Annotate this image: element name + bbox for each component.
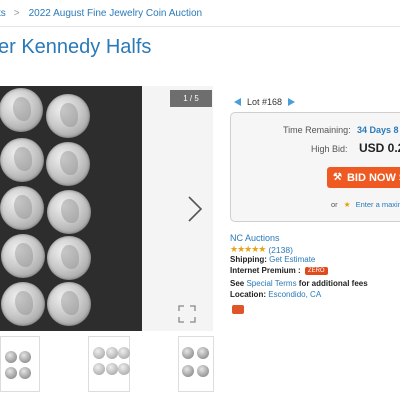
breadcrumb-separator: > [13,7,20,19]
coin-image [47,282,91,326]
premium-row: Internet Premium : ZERO [230,266,328,275]
location-row: Location: Escondido, CA [230,290,321,299]
seller-name-link[interactable]: NC Auctions [230,233,280,243]
expand-icon[interactable] [178,305,196,323]
bid-now-label: BID NOW S [346,171,400,184]
shipping-row: Shipping: Get Estimate [230,255,315,264]
bidding-panel: Time Remaining: 34 Days 8 High Bid: USD … [230,112,400,222]
coin-image [1,234,45,278]
coin-image [46,142,90,186]
location-value: Escondido, CA [268,290,322,299]
premium-label: Internet Premium : [230,266,301,275]
seller-badge-icon [232,305,244,314]
coin-image [46,94,90,138]
zero-premium-badge: ZERO [304,266,328,275]
shipping-label: Shipping: [230,255,267,264]
breadcrumb-item-auctions[interactable]: ts [0,8,6,19]
high-bid-label: High Bid: [311,144,348,154]
thumbnail[interactable] [88,336,130,392]
enter-max-bid-link[interactable]: Enter a maxim [356,200,400,209]
terms-prefix: See [230,279,245,288]
breadcrumb: ts > 2022 August Fine Jewelry Coin Aucti… [0,0,400,26]
coin-image [47,190,91,234]
time-remaining-label: Time Remaining: [283,125,351,135]
coin-image [0,138,44,182]
special-terms-link[interactable]: Special Terms [246,279,296,288]
location-label: Location: [230,290,266,299]
terms-row: See Special Terms for additional fees [230,279,368,288]
thumbnail[interactable] [178,336,214,392]
page-title: er Kennedy Halfs [0,36,152,58]
star-icon: ★ [343,200,351,209]
thumbnail-strip [0,336,230,392]
rating-count: (2138) [268,244,293,255]
coin-image [0,88,43,132]
next-lot-icon[interactable] [287,97,297,107]
or-label: or [331,200,338,209]
image-counter: 1 / 5 [170,90,212,107]
rating-stars-icon: ★★★★★ [230,244,266,254]
coin-image [47,236,91,280]
gavel-icon: ⚒ [333,172,342,183]
shipping-estimate-link[interactable]: Get Estimate [269,255,315,264]
thumbnail[interactable] [0,336,40,392]
lot-number: Lot #168 [247,97,283,107]
breadcrumb-item-auction[interactable]: 2022 August Fine Jewelry Coin Auction [29,8,202,19]
coin-image [0,186,44,230]
image-gallery[interactable] [0,86,213,331]
chevron-right-icon[interactable] [184,195,206,223]
main-photo[interactable] [0,86,142,331]
seller-rating[interactable]: ★★★★★ (2138) [230,244,293,255]
max-bid-row: or ★ Enter a maxim [331,200,400,209]
time-remaining-value: 34 Days 8 [357,125,399,135]
terms-suffix: for additional fees [298,279,368,288]
coin-image [1,282,45,326]
header-divider [0,26,400,27]
prev-lot-icon[interactable] [232,97,242,107]
lot-navigation: Lot #168 [232,97,297,107]
high-bid-value: USD 0.2 [359,141,400,155]
bid-now-button[interactable]: ⚒ BID NOW S [327,167,400,188]
